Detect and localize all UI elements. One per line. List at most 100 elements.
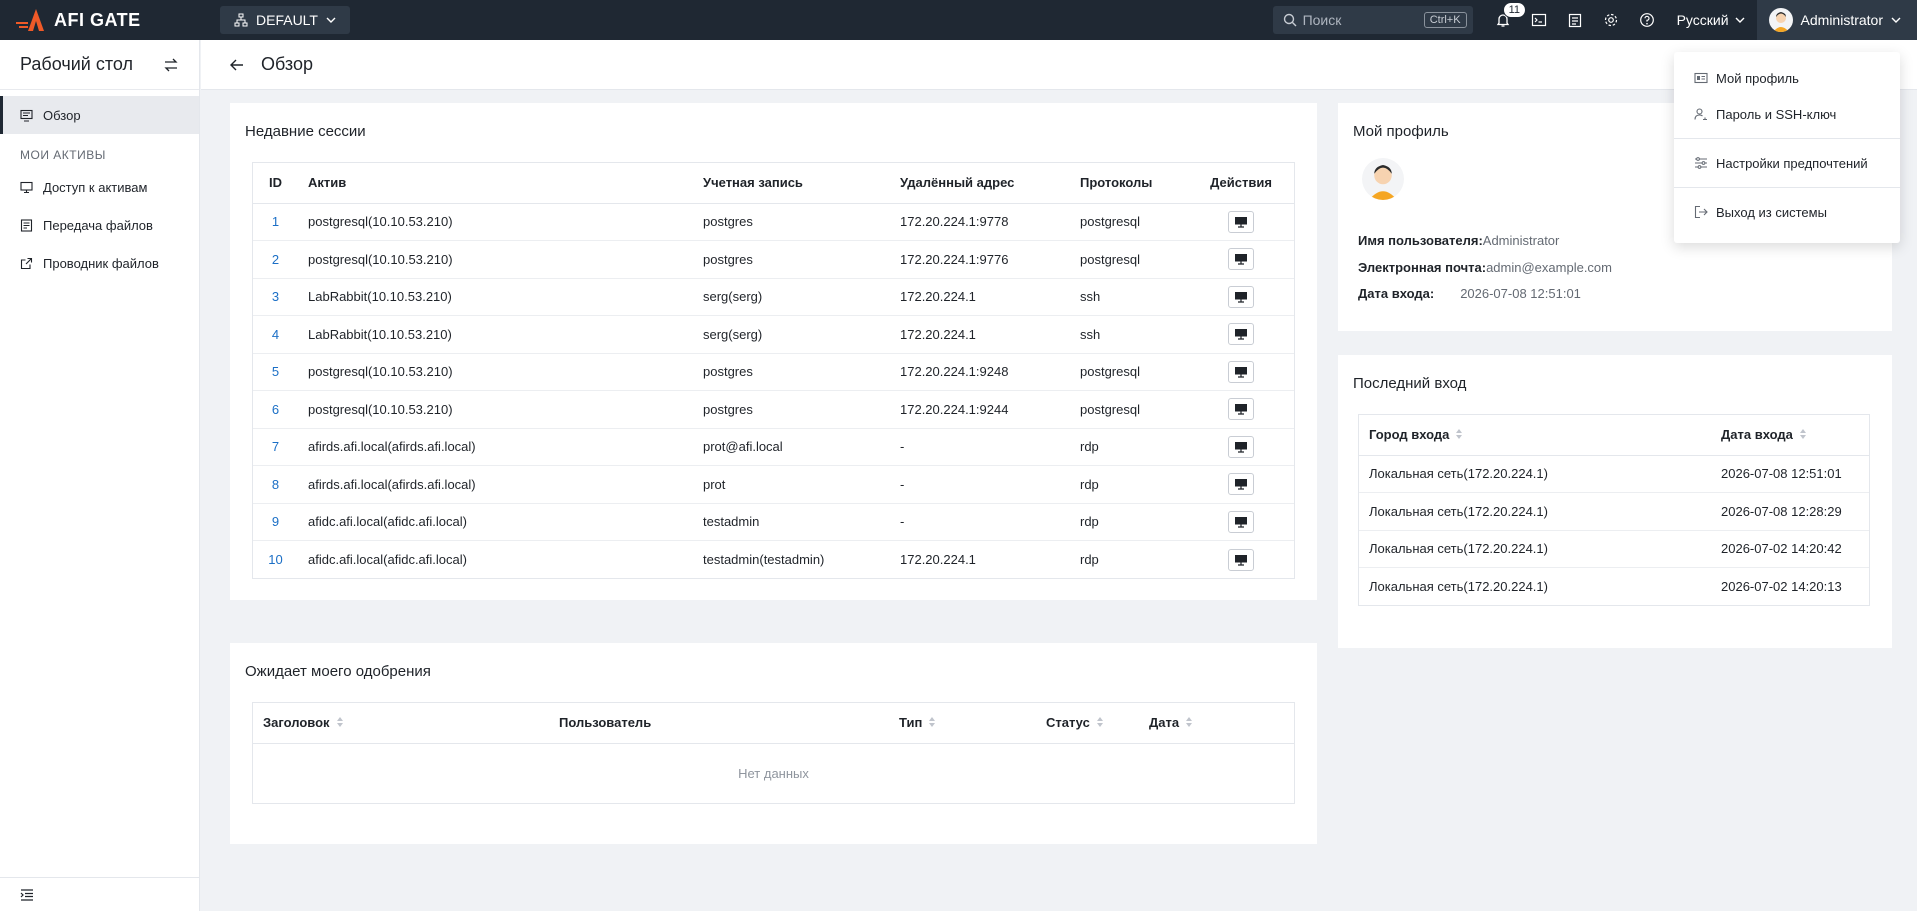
session-actions [1188, 203, 1294, 241]
settings-button[interactable] [1593, 0, 1629, 40]
monitor-icon [1235, 516, 1247, 528]
col-status[interactable]: Статус [1036, 703, 1139, 744]
card-title: Последний вход [1353, 375, 1467, 392]
session-protocol: rdp [1070, 428, 1188, 466]
sliders-icon [1695, 157, 1707, 169]
monitor-icon [1235, 216, 1247, 228]
sort-icon[interactable] [1799, 428, 1807, 443]
table-row: 5 postgresql(10.10.53.210) postgres 172.20.… [253, 353, 1294, 391]
session-id-link[interactable]: 2 [253, 240, 298, 279]
menu-item-password-ssh[interactable]: Пароль и SSH-ключ [1674, 96, 1900, 132]
sidebar-item-overview[interactable]: Обзор [0, 96, 199, 134]
sessions-table: ID Актив Учетная запись Удалённый адрес … [252, 162, 1295, 579]
col-date[interactable]: Дата [1139, 703, 1294, 744]
session-id-link[interactable]: 8 [253, 465, 298, 504]
table-row: 1 postgresql(10.10.53.210) postgres 172.20.… [253, 203, 1294, 241]
sidebar-item-file-explorer[interactable]: Проводник файлов [0, 244, 199, 282]
terminal-button[interactable] [1521, 0, 1557, 40]
org-name: DEFAULT [256, 12, 318, 28]
sidebar-item-file-transfer[interactable]: Передача файлов [0, 206, 199, 244]
session-id-link[interactable]: 5 [253, 353, 298, 391]
session-actions [1188, 465, 1294, 504]
help-button[interactable] [1629, 0, 1665, 40]
sidebar-collapse-button[interactable] [0, 877, 199, 911]
col-city[interactable]: Город входа [1359, 415, 1711, 456]
terminal-icon [1531, 13, 1546, 27]
search-icon [1283, 13, 1297, 27]
session-asset: LabRabbit(10.10.53.210) [298, 278, 693, 316]
connect-button[interactable] [1228, 210, 1254, 233]
menu-item-label: Выход из системы [1716, 204, 1827, 220]
session-actions [1188, 428, 1294, 466]
menu-item-my-profile[interactable]: Мой профиль [1674, 60, 1900, 96]
sort-arrows-icon [1799, 428, 1806, 439]
logo[interactable]: AFI GATE [14, 7, 220, 33]
card-title: Ожидает моего одобрения [245, 663, 431, 680]
search-placeholder: Поиск [1302, 12, 1342, 28]
connect-button[interactable] [1228, 398, 1254, 421]
session-account: postgres [693, 240, 890, 279]
session-protocol: rdp [1080, 552, 1099, 567]
table-header-row: Заголовок Пользователь Тип Статус Дата [253, 703, 1294, 744]
sort-icon[interactable] [1096, 716, 1104, 731]
search-input[interactable]: Поиск Ctrl+K [1272, 6, 1473, 34]
session-id-link[interactable]: 4 [253, 315, 298, 354]
sort-arrows-icon [929, 716, 936, 727]
session-remote-address: 172.20.224.1 [890, 278, 1070, 316]
session-asset: postgresql(10.10.53.210) [298, 353, 693, 391]
switch-view-icon[interactable] [163, 57, 179, 73]
session-remote-address: 172.20.224.1:9778 [890, 203, 1070, 241]
col-actions: Действия [1188, 163, 1294, 204]
avatar [1768, 8, 1793, 32]
connect-button[interactable] [1228, 510, 1254, 533]
session-remote-address: - [890, 465, 1070, 504]
connect-button[interactable] [1228, 548, 1254, 571]
session-asset: LabRabbit(10.10.53.210) [298, 315, 693, 354]
sort-arrows-icon [336, 716, 343, 727]
sort-icon[interactable] [1455, 428, 1463, 443]
session-asset: postgresql(10.10.53.210) [298, 203, 693, 241]
back-arrow-icon[interactable] [229, 57, 245, 73]
col-title[interactable]: Заголовок [253, 703, 549, 744]
sort-icon[interactable] [1185, 716, 1193, 731]
tickets-button[interactable] [1557, 0, 1593, 40]
org-selector[interactable]: DEFAULT [220, 6, 350, 34]
sidebar-item-asset-access[interactable]: Доступ к активам [0, 168, 199, 206]
monitor-icon [1235, 554, 1247, 566]
connect-button[interactable] [1228, 473, 1254, 496]
table-row: 8 afirds.afi.local(afirds.afi.local) prot … [253, 465, 1294, 504]
session-id-link[interactable]: 10 [253, 541, 298, 579]
menu-item-label: Пароль и SSH-ключ [1716, 106, 1837, 122]
col-login-date[interactable]: Дата входа [1711, 415, 1869, 456]
sort-icon[interactable] [336, 716, 344, 731]
col-type[interactable]: Тип [889, 703, 1036, 744]
session-actions [1188, 503, 1294, 541]
connect-button[interactable] [1228, 285, 1254, 308]
connect-button[interactable] [1228, 248, 1254, 271]
sort-icon[interactable] [928, 716, 936, 731]
session-id-link[interactable]: 7 [253, 428, 298, 466]
login-city: Локальная сеть(172.20.224.1) [1359, 455, 1711, 493]
session-id-link[interactable]: 3 [253, 278, 298, 316]
connect-button[interactable] [1228, 323, 1254, 346]
session-id-link[interactable]: 9 [253, 503, 298, 541]
last-login-card: Последний вход Город входа Дата входа Ло… [1338, 355, 1892, 648]
table-row: 4 LabRabbit(10.10.53.210) serg(serg) 172.20… [253, 315, 1294, 354]
user-name: Administrator [1800, 12, 1883, 28]
login-date: 2026-07-08 12:28:29 [1711, 492, 1869, 531]
connect-button[interactable] [1228, 435, 1254, 458]
session-id-link[interactable]: 1 [253, 203, 298, 241]
id-card-icon [1694, 72, 1708, 84]
notifications-button[interactable]: 11 [1485, 0, 1526, 40]
monitor-icon [1235, 479, 1247, 490]
session-protocol: rdp [1070, 503, 1188, 541]
language-selector[interactable]: Русский [1665, 12, 1757, 28]
menu-item-preferences[interactable]: Настройки предпочтений [1674, 145, 1900, 181]
menu-item-logout[interactable]: Выход из системы [1674, 194, 1900, 230]
connect-button[interactable] [1228, 360, 1254, 383]
session-account: testadmin(testadmin) [703, 552, 825, 567]
session-account: prot@afi.local [693, 428, 890, 466]
user-menu-button[interactable]: Administrator [1756, 0, 1917, 40]
session-id-link[interactable]: 6 [253, 390, 298, 429]
login-date: 2026-07-08 12:51:01 [1711, 455, 1869, 493]
